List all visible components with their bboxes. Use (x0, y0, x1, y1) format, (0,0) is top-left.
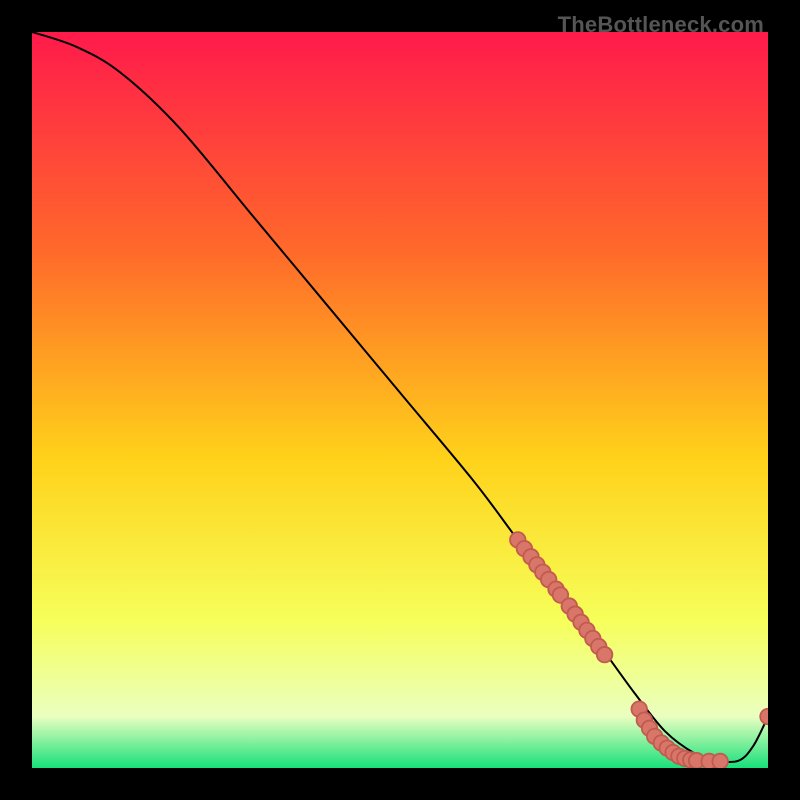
chart-stage: TheBottleneck.com (0, 0, 800, 800)
plot-area (32, 32, 768, 768)
background-gradient (32, 32, 768, 768)
watermark-text: TheBottleneck.com (558, 12, 764, 38)
